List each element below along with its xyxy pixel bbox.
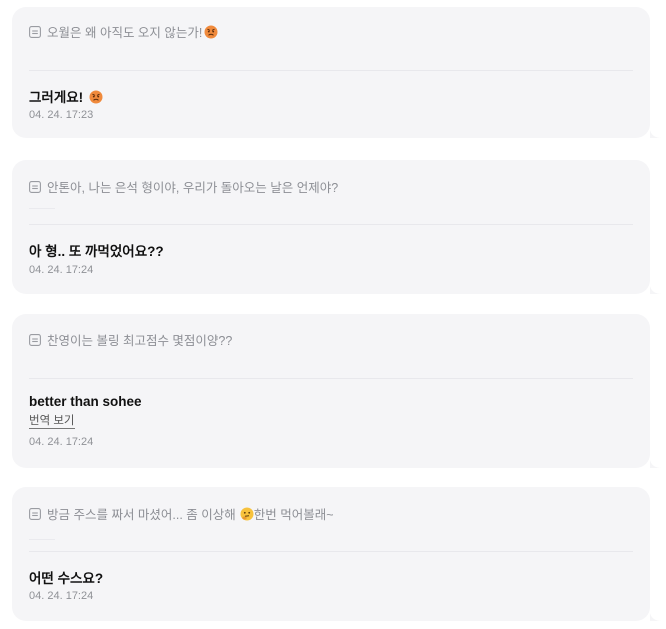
timestamp: 04. 24. 17:24 (29, 264, 94, 276)
note-icon (29, 25, 41, 38)
timestamp: 04. 24. 17:24 (29, 436, 94, 448)
thinking-face-emoji-icon (240, 507, 254, 520)
answer-text: 그러게요! (29, 90, 84, 105)
bubble-tail (650, 286, 662, 294)
note-icon (29, 333, 41, 346)
translate-link[interactable]: 번역 보기 (29, 415, 75, 429)
divider (29, 378, 633, 379)
question-text: 안톤아, 나는 은석 형이야, 우리가 돌아오는 날은 언제야? (47, 181, 339, 195)
message-card: 방금 주스를 짜서 마셨어... 좀 이상해 한번 먹어볼래~ 어떤 수스요? … (12, 487, 662, 621)
question-text: 찬영이는 볼링 최고점수 몇점이양?? (47, 334, 233, 348)
message-card: 안톤아, 나는 은석 형이야, 우리가 돌아오는 날은 언제야? 아 형.. 또… (12, 160, 662, 294)
divider (29, 70, 633, 71)
timestamp: 04. 24. 17:24 (29, 590, 94, 602)
angry-face-emoji-icon (89, 90, 103, 104)
message-card: 오월은 왜 아직도 오지 않는가! 그러게요! 04. 24. 17:23 (12, 7, 662, 138)
note-icon (29, 507, 41, 520)
question-text: 오월은 왜 아직도 오지 않는가! (47, 26, 203, 40)
divider (29, 551, 633, 552)
question-row: 오월은 왜 아직도 오지 않는가! (29, 22, 218, 41)
timestamp: 04. 24. 17:23 (29, 109, 94, 121)
question-text: 방금 주스를 짜서 마셨어... 좀 이상해 (47, 508, 236, 522)
answer-row: 그러게요! (29, 86, 103, 106)
divider (29, 224, 633, 225)
faint-divider (29, 539, 55, 540)
bubble-tail (650, 613, 662, 621)
bubble-tail (650, 130, 662, 138)
note-icon (29, 180, 41, 193)
faint-divider (29, 208, 55, 209)
question-row: 안톤아, 나는 은석 형이야, 우리가 돌아오는 날은 언제야? (29, 177, 338, 196)
answer-text: 어떤 수스요? (29, 571, 104, 586)
question-row: 찬영이는 볼링 최고점수 몇점이양?? (29, 330, 232, 349)
question-text-continued: 한번 먹어볼래~ (253, 508, 334, 522)
answer-text: better than sohee (29, 394, 142, 409)
bubble-tail (650, 460, 662, 468)
answer-text: 아 형.. 또 까먹었어요?? (29, 244, 164, 259)
question-row: 방금 주스를 짜서 마셨어... 좀 이상해 한번 먹어볼래~ (29, 504, 334, 523)
message-card: 찬영이는 볼링 최고점수 몇점이양?? better than sohee 번역… (12, 314, 662, 468)
angry-face-emoji-icon (204, 25, 218, 38)
